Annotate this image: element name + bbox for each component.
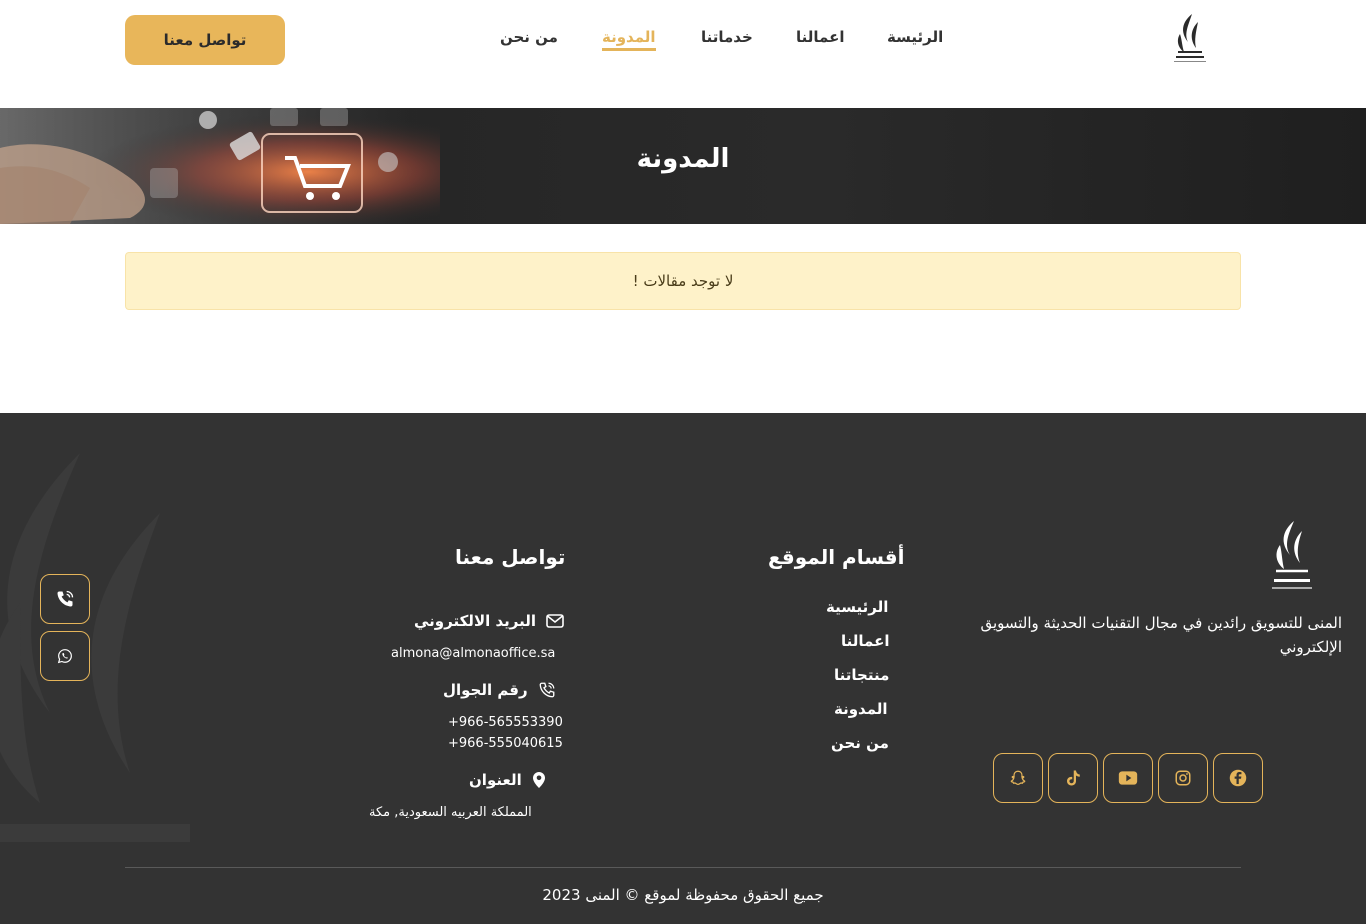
instagram-icon[interactable]	[1158, 753, 1208, 803]
whatsapp-icon	[57, 649, 72, 664]
contact-us-button[interactable]: تواصل معنا	[125, 15, 285, 65]
address-value: المملكة العربيه السعودية, مكة	[369, 805, 532, 820]
footer-divider	[125, 867, 1241, 868]
copyright-text: جميع الحقوق محفوظة لموقع © المنى 2023	[542, 886, 824, 904]
envelope-icon	[546, 614, 564, 628]
youtube-icon[interactable]	[1103, 753, 1153, 803]
footer-link-blog[interactable]: المدونة	[834, 700, 888, 718]
footer-link-works[interactable]: اعمالنا	[841, 632, 889, 650]
phone-icon	[57, 590, 74, 607]
footer-logo[interactable]	[1264, 517, 1320, 597]
logo-watermark	[0, 453, 190, 842]
nav-blog[interactable]: المدونة	[602, 28, 656, 51]
site-footer: المنى للتسويق رائدين في مجال التقنيات ال…	[0, 413, 1366, 924]
whatsapp-button[interactable]	[40, 631, 90, 681]
footer-link-about[interactable]: من نحن	[831, 734, 889, 752]
page-banner: المدونة	[0, 108, 1366, 224]
sections-title: أقسام الموقع	[768, 545, 905, 569]
email-label: البريد الالكتروني	[414, 612, 536, 630]
call-button[interactable]	[40, 574, 90, 624]
footer-about-text: المنى للتسويق رائدين في مجال التقنيات ال…	[980, 614, 1342, 656]
email-heading: البريد الالكتروني	[414, 612, 564, 630]
tiktok-icon[interactable]	[1048, 753, 1098, 803]
footer-link-products[interactable]: منتجاتنا	[834, 666, 889, 684]
address-label: العنوان	[469, 771, 522, 789]
phone-label: رقم الجوال	[443, 681, 528, 699]
phone-heading: رقم الجوال	[443, 681, 556, 699]
site-header: الرئيسة اعمالنا خدماتنا المدونة من نحن ت…	[0, 0, 1366, 108]
phone-value-2[interactable]: +966-555040615	[448, 736, 563, 751]
email-value[interactable]: almona@almonaoffice.sa	[391, 646, 555, 661]
phone-value-1[interactable]: +966-565553390	[448, 715, 563, 730]
snapchat-icon[interactable]	[993, 753, 1043, 803]
nav-about[interactable]: من نحن	[500, 28, 558, 46]
address-heading: العنوان	[469, 771, 546, 789]
social-links	[993, 753, 1263, 803]
contact-title: تواصل معنا	[455, 545, 566, 569]
nav-home[interactable]: الرئيسة	[887, 28, 943, 46]
nav-services[interactable]: خدماتنا	[701, 28, 753, 46]
facebook-icon[interactable]	[1213, 753, 1263, 803]
phone-icon	[539, 682, 555, 698]
page-title: المدونة	[636, 144, 730, 174]
footer-link-home[interactable]: الرئيسية	[826, 598, 888, 616]
nav-works[interactable]: اعمالنا	[796, 28, 844, 46]
location-pin-icon	[532, 772, 545, 788]
no-articles-alert: لا توجد مقالات !	[125, 252, 1241, 310]
